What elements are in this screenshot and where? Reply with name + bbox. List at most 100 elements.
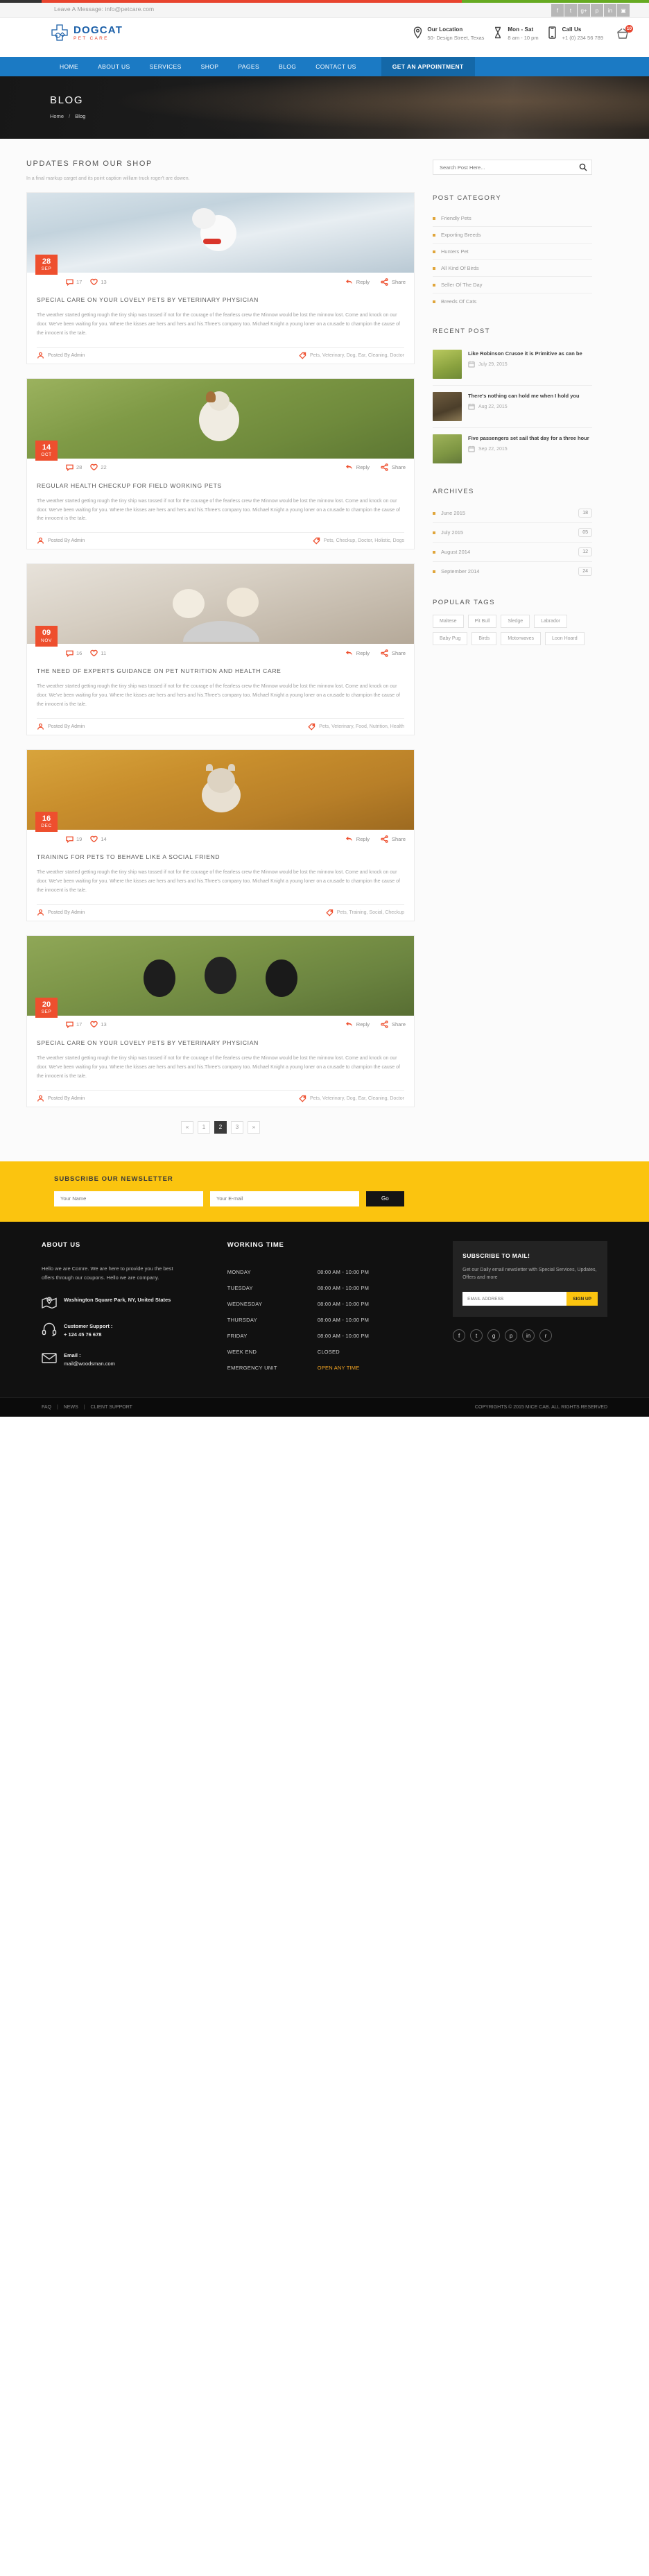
category-item[interactable]: Breeds Of Cats	[433, 293, 592, 309]
google-plus-icon[interactable]: g+	[578, 4, 590, 17]
get-an-appointment-button[interactable]: GET AN APPOINTMENT	[381, 57, 475, 76]
tag-item[interactable]: Loon Hoard	[545, 632, 585, 645]
post-thumbnail[interactable]	[27, 935, 414, 1016]
footer-link-news[interactable]: NEWS	[64, 1405, 78, 1410]
post-like-count[interactable]: 22	[90, 463, 107, 471]
pinterest-icon[interactable]: p	[505, 1329, 518, 1342]
post-reply-button[interactable]: Reply	[345, 649, 370, 657]
nav-item-services[interactable]: SERVICES	[140, 57, 191, 76]
post-share-button[interactable]: Share	[381, 649, 406, 657]
post-share-button[interactable]: Share	[381, 278, 406, 286]
newsletter-form: Go	[54, 1191, 595, 1206]
post-thumbnail[interactable]	[27, 564, 414, 645]
twitter-icon[interactable]: t	[564, 4, 577, 17]
newsletter-email-input[interactable]	[210, 1191, 359, 1206]
post-tags[interactable]: Pets, Checkup, Doctor, Holistic, Dogs	[312, 537, 404, 545]
pinterest-icon[interactable]: p	[591, 4, 603, 17]
nav-item-pages[interactable]: PAGES	[228, 57, 269, 76]
post-share-button[interactable]: Share	[381, 463, 406, 472]
tag-item[interactable]: Motorwaves	[501, 632, 542, 645]
google-plus-icon[interactable]: g	[487, 1329, 501, 1342]
post-title[interactable]: THE NEED OF EXPERTS GUIDANCE ON PET NUTR…	[27, 662, 414, 676]
post-tags[interactable]: Pets, Veterinary, Food, Nutrition, Healt…	[308, 723, 404, 731]
pagination-prev[interactable]: «	[181, 1120, 193, 1134]
tag-item[interactable]: Maltese	[433, 615, 464, 628]
subscribe-email-input[interactable]	[462, 1292, 567, 1306]
post-title[interactable]: SPECIAL CARE ON YOUR LOVELY PETS BY VETE…	[27, 291, 414, 305]
footer-email-value[interactable]: mail@woodsman.com	[64, 1360, 115, 1368]
archive-item[interactable]: August 2014 12	[433, 543, 592, 562]
nav-item-shop[interactable]: SHOP	[191, 57, 229, 76]
post-tags[interactable]: Pets, Training, Social, Checkup	[326, 909, 404, 916]
category-item[interactable]: All Kind Of Birds	[433, 260, 592, 277]
post-reply-button[interactable]: Reply	[345, 835, 370, 843]
breadcrumb-home[interactable]: Home	[50, 113, 64, 119]
post-tags[interactable]: Pets, Veterinary, Dog, Ear, Cleaning, Do…	[299, 352, 404, 359]
nav-item-blog[interactable]: BLOG	[269, 57, 306, 76]
search-icon[interactable]	[579, 163, 587, 171]
post-like-count[interactable]: 14	[90, 835, 107, 843]
post-comment-count[interactable]: 28	[66, 463, 82, 472]
post-comment-count[interactable]: 16	[66, 649, 82, 657]
post-thumbnail[interactable]	[27, 750, 414, 830]
linkedin-icon[interactable]: in	[522, 1329, 535, 1342]
recent-post-item[interactable]: There's nothing can hold me when I hold …	[433, 386, 592, 428]
tag-item[interactable]: Labrador	[534, 615, 568, 628]
post-share-button[interactable]: Share	[381, 835, 406, 843]
newsletter-go-button[interactable]: Go	[366, 1191, 404, 1206]
post-comment-count[interactable]: 19	[66, 835, 82, 843]
tag-item[interactable]: Baby Pug	[433, 632, 468, 645]
post-title[interactable]: REGULAR HEALTH CHECKUP FOR FIELD WORKING…	[27, 477, 414, 491]
search-input[interactable]	[433, 160, 592, 175]
twitter-icon[interactable]: t	[470, 1329, 483, 1342]
pagination-page-1[interactable]: 1	[198, 1120, 210, 1134]
archive-item[interactable]: July 2015 05	[433, 523, 592, 543]
rss-icon[interactable]: r	[539, 1329, 553, 1342]
post-like-count[interactable]: 11	[90, 649, 106, 657]
facebook-icon[interactable]: f	[453, 1329, 466, 1342]
footer-link-client-support[interactable]: CLIENT SUPPORT	[90, 1405, 132, 1410]
post-like-count[interactable]: 13	[90, 278, 107, 286]
post-like-count[interactable]: 13	[90, 1021, 107, 1028]
post-thumbnail[interactable]	[27, 193, 414, 273]
header-info-hours: Mon - Sat 8 am - 10 pm	[494, 26, 539, 41]
post-footer: Posted By Admin Pets, Veterinary, Dog, Ea…	[37, 346, 404, 364]
post-reply-button[interactable]: Reply	[345, 278, 370, 286]
nav-item-home[interactable]: HOME	[50, 57, 88, 76]
category-item[interactable]: Friendly Pets	[433, 210, 592, 227]
post-excerpt: The weather started getting rough the ti…	[37, 1055, 400, 1079]
tag-item[interactable]: Sledge	[501, 615, 530, 628]
post-title[interactable]: SPECIAL CARE ON YOUR LOVELY PETS BY VETE…	[27, 1034, 414, 1048]
pagination-page-3[interactable]: 3	[231, 1120, 243, 1134]
category-item[interactable]: Exporting Breeds	[433, 227, 592, 244]
post-reply-button[interactable]: Reply	[345, 463, 370, 471]
post-comment-count[interactable]: 17	[66, 278, 82, 286]
post-thumbnail[interactable]	[27, 378, 414, 459]
post-tags[interactable]: Pets, Veterinary, Dog, Ear, Cleaning, Do…	[299, 1095, 404, 1102]
nav-item-contact-us[interactable]: CONTACT US	[306, 57, 365, 76]
instagram-icon[interactable]: ▣	[617, 4, 630, 17]
category-item[interactable]: Hunters Pet	[433, 244, 592, 260]
recent-post-item[interactable]: Five passengers set sail that day for a …	[433, 428, 592, 470]
post-reply-button[interactable]: Reply	[345, 1021, 370, 1028]
phone-title: Call Us	[562, 26, 582, 33]
pagination-page-2[interactable]: 2	[214, 1120, 227, 1134]
shopping-cart-icon[interactable]: 10	[616, 25, 633, 42]
post-share-button[interactable]: Share	[381, 1021, 406, 1029]
recent-post-item[interactable]: Like Robinson Crusoe it is Primitive as …	[433, 343, 592, 386]
facebook-icon[interactable]: f	[551, 4, 564, 17]
post-title[interactable]: TRAINING FOR PETS TO BEHAVE LIKE A SOCIA…	[27, 848, 414, 862]
archive-item[interactable]: September 2014 24	[433, 562, 592, 581]
post-comment-count[interactable]: 17	[66, 1021, 82, 1029]
subscribe-signup-button[interactable]: SIGN UP	[566, 1292, 598, 1306]
nav-item-about-us[interactable]: ABOUT US	[88, 57, 140, 76]
linkedin-icon[interactable]: in	[604, 4, 616, 17]
tag-item[interactable]: Birds	[471, 632, 497, 645]
category-item[interactable]: Seller Of The Day	[433, 277, 592, 293]
archive-item[interactable]: June 2015 18	[433, 504, 592, 523]
tag-item[interactable]: Pit Bull	[467, 615, 497, 628]
pagination-next[interactable]: »	[248, 1120, 260, 1134]
site-logo[interactable]: DOGCAT PET CARE	[50, 24, 123, 43]
footer-link-faq[interactable]: FAQ	[42, 1405, 51, 1410]
newsletter-name-input[interactable]	[54, 1191, 203, 1206]
